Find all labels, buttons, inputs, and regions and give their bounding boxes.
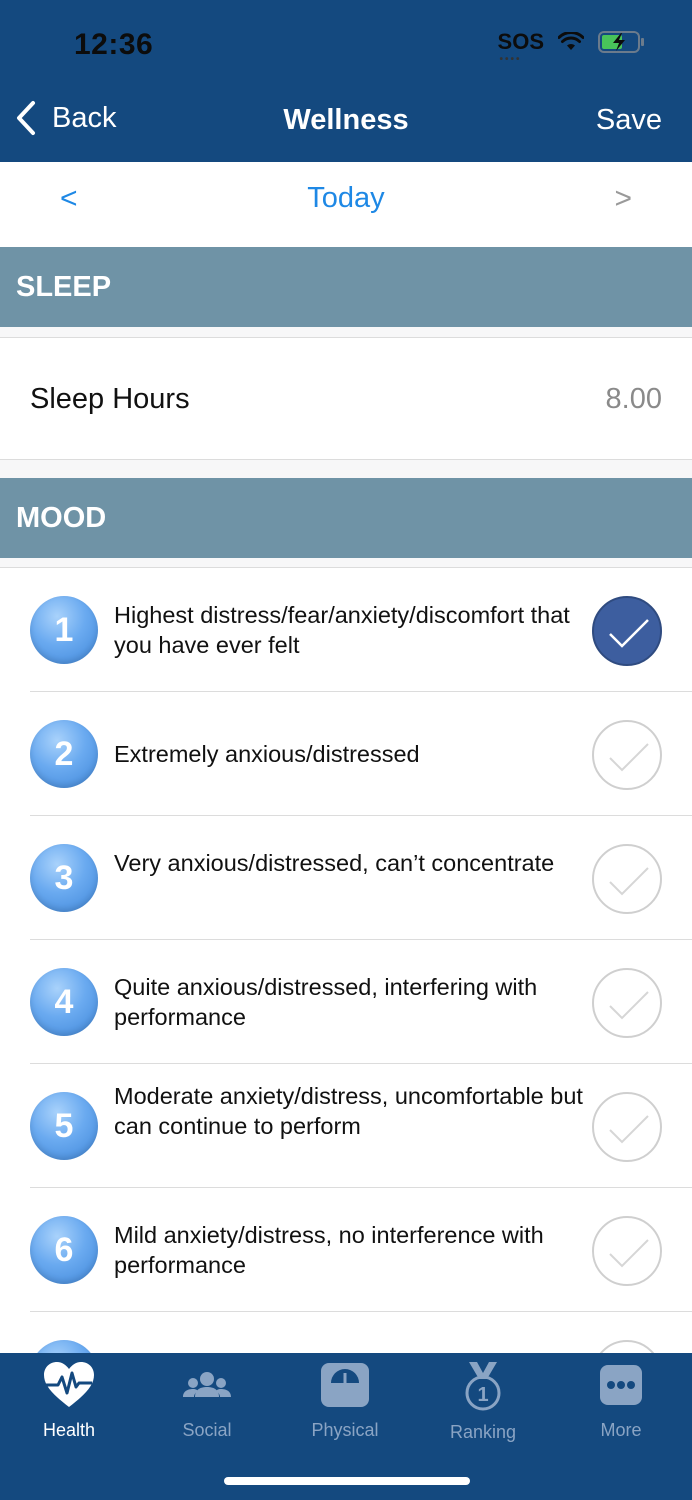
mood-option-text: Highest distress/fear/anxiety/discomfort…: [114, 602, 570, 658]
mood-option-1[interactable]: 1 Highest distress/fear/anxiety/discomfo…: [0, 568, 692, 692]
mood-number-badge: [30, 1340, 98, 1353]
mood-number-badge: 3: [30, 844, 98, 912]
save-button[interactable]: Save: [596, 104, 662, 137]
battery-charging-icon: [598, 31, 644, 53]
checkmark-unchecked-icon[interactable]: [592, 1092, 662, 1162]
people-icon: [183, 1372, 231, 1397]
tab-label: Health: [42, 1420, 96, 1440]
checkmark-unchecked-icon[interactable]: [592, 844, 662, 914]
tab-physical[interactable]: Physical: [276, 1361, 414, 1441]
sos-indicator: SOS: [498, 31, 544, 72]
mood-option-5[interactable]: 5 Moderate anxiety/distress, uncomfortab…: [0, 1064, 692, 1188]
checkmark-unchecked-icon[interactable]: [592, 1340, 662, 1353]
date-label[interactable]: Today: [0, 182, 692, 215]
checkmark-checked-icon[interactable]: [592, 596, 662, 666]
status-time: 12:36: [74, 28, 154, 61]
sleep-hours-value[interactable]: 8.00: [606, 383, 662, 416]
wifi-icon: [558, 32, 584, 50]
mood-number-badge: 5: [30, 1092, 98, 1160]
tab-ranking[interactable]: 1 Ranking: [414, 1361, 552, 1443]
mood-option-text: Moderate anxiety/distress, uncomfortable…: [114, 1083, 583, 1139]
mood-option-text: Extremely anxious/distressed: [114, 741, 420, 767]
page-title: Wellness: [283, 104, 409, 136]
tab-label: More: [600, 1420, 642, 1440]
status-icons: SOS: [498, 30, 646, 72]
svg-text:1: 1: [477, 1384, 488, 1406]
mood-number-badge: 6: [30, 1216, 98, 1284]
home-indicator: [224, 1477, 470, 1485]
mood-number-badge: 1: [30, 596, 98, 664]
mood-list: 1 Highest distress/fear/anxiety/discomfo…: [0, 567, 692, 1353]
mood-number-badge: 4: [30, 968, 98, 1036]
mood-option-2[interactable]: 2 Extremely anxious/distressed: [0, 692, 692, 816]
checkmark-unchecked-icon[interactable]: [592, 720, 662, 790]
checkmark-unchecked-icon[interactable]: [592, 1216, 662, 1286]
sleep-section-header: SLEEP: [0, 247, 692, 327]
mood-option-text: Very anxious/distressed, can’t concentra…: [114, 850, 555, 876]
mood-option-3[interactable]: 3 Very anxious/distressed, can’t concent…: [0, 816, 692, 940]
sleep-hours-row[interactable]: Sleep Hours 8.00: [0, 337, 692, 460]
more-icon: [600, 1365, 642, 1405]
tab-social[interactable]: Social: [138, 1361, 276, 1441]
sleep-hours-label: Sleep Hours: [30, 383, 190, 415]
medal-icon: 1: [465, 1362, 501, 1411]
top-bar: 12:36 SOS Back Wellness Save: [0, 0, 692, 162]
tab-label: Social: [182, 1420, 232, 1440]
mood-option-text: Mild anxiety/distress, no interference w…: [114, 1222, 544, 1278]
mood-option-4[interactable]: 4 Quite anxious/distressed, interfering …: [0, 940, 692, 1064]
mood-section-header: MOOD: [0, 478, 692, 558]
mood-option-text: Quite anxious/distressed, interfering wi…: [114, 974, 538, 1030]
mood-number-badge: 2: [30, 720, 98, 788]
heart-pulse-icon: [44, 1362, 94, 1407]
mood-option-6[interactable]: 6 Mild anxiety/distress, no interference…: [0, 1188, 692, 1312]
next-day-button[interactable]: >: [614, 182, 632, 216]
tab-label: Physical: [311, 1420, 379, 1440]
mood-option-partial[interactable]: [0, 1312, 692, 1353]
tab-health[interactable]: Health: [0, 1361, 138, 1441]
tab-label: Ranking: [449, 1422, 517, 1442]
checkmark-unchecked-icon[interactable]: [592, 968, 662, 1038]
date-navigator: < Today >: [0, 162, 692, 247]
tab-more[interactable]: More: [552, 1361, 690, 1441]
scale-icon: [321, 1363, 369, 1407]
